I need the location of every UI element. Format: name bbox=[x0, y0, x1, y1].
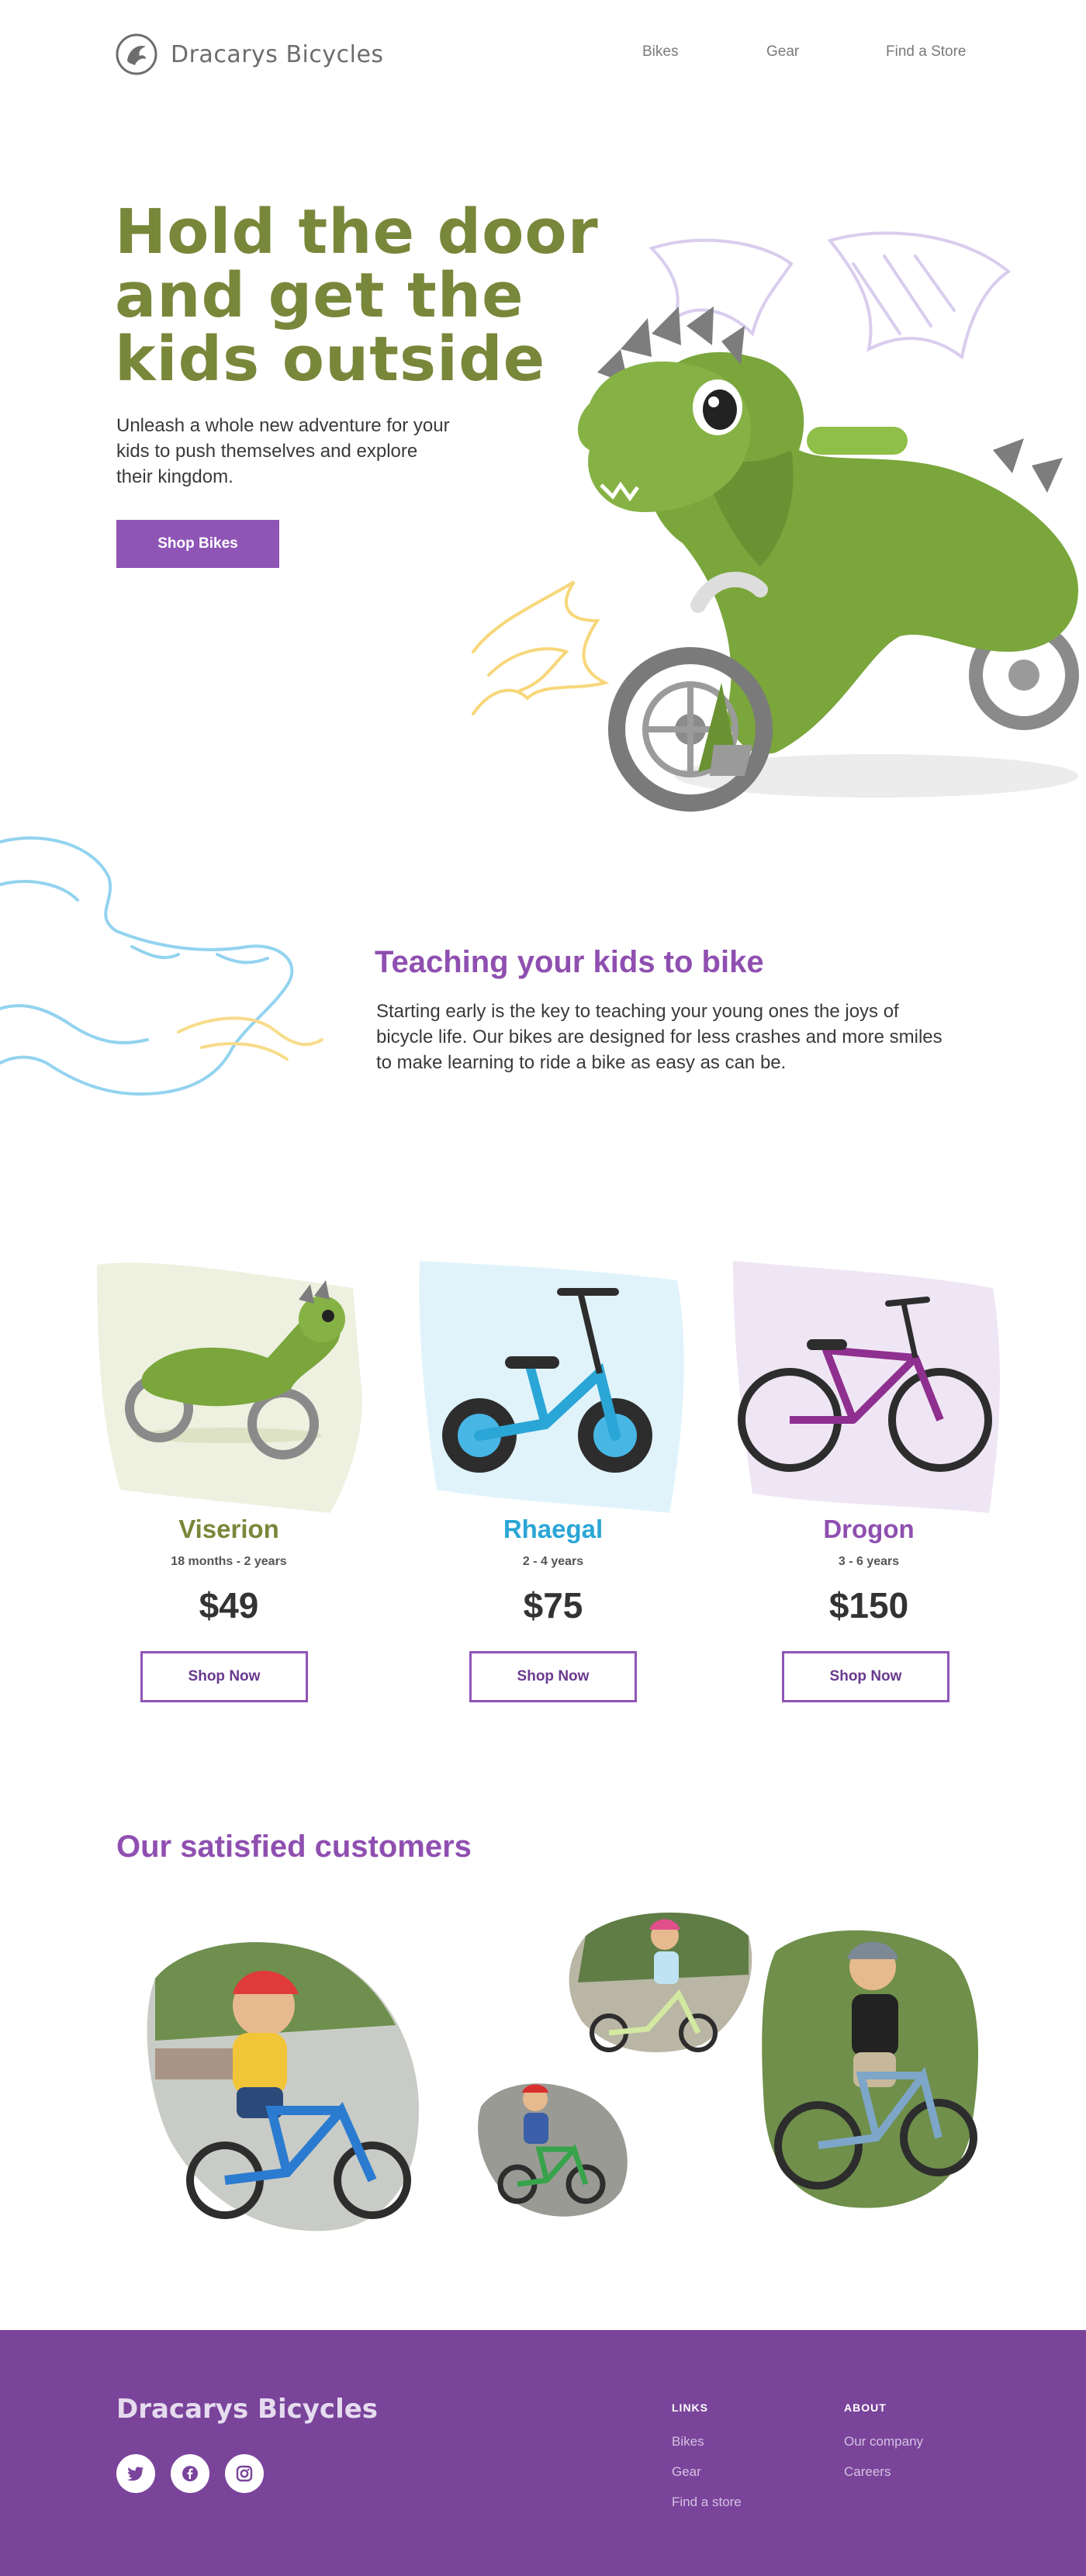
twitter-icon[interactable] bbox=[116, 2454, 155, 2493]
shop-now-button[interactable]: Shop Now bbox=[140, 1651, 308, 1702]
product-age-range: 18 months - 2 years bbox=[171, 1555, 287, 1568]
shop-now-button[interactable]: Shop Now bbox=[782, 1651, 949, 1702]
dragon-head-sketch-image bbox=[0, 836, 323, 1096]
product-price: $75 bbox=[523, 1585, 583, 1626]
product-card-viserion: Viserion 18 months - 2 years $49 Shop No… bbox=[89, 1257, 368, 1707]
footer-link-gear[interactable]: Gear bbox=[672, 2464, 701, 2480]
product-card-drogon: Drogon 3 - 6 years $150 Shop Now bbox=[729, 1257, 1008, 1707]
footer-links-heading: LINKS bbox=[672, 2401, 708, 2414]
customer-photo-girl-pink-helmet bbox=[569, 1913, 752, 2052]
site-footer: Dracarys Bicycles LINKS Bikes Gear Find … bbox=[0, 2330, 1086, 2576]
product-age-range: 3 - 6 years bbox=[838, 1555, 900, 1568]
shop-now-button[interactable]: Shop Now bbox=[469, 1651, 637, 1702]
facebook-icon[interactable] bbox=[171, 2454, 209, 2493]
product-card-rhaegal: Rhaegal 2 - 4 years $75 Shop Now bbox=[413, 1257, 693, 1707]
teaching-body: Starting early is the key to teaching yo… bbox=[376, 1001, 942, 1073]
dragon-bike-hero-image bbox=[472, 231, 1079, 812]
blue-balance-bike-image bbox=[419, 1261, 684, 1513]
teaching-title: Teaching your kids to bike bbox=[375, 945, 764, 979]
product-name: Viserion bbox=[178, 1515, 279, 1543]
footer-brand: Dracarys Bicycles bbox=[116, 2394, 379, 2425]
footer-about-heading: ABOUT bbox=[844, 2401, 887, 2414]
product-age-range: 2 - 4 years bbox=[522, 1555, 584, 1568]
instagram-icon[interactable] bbox=[225, 2454, 264, 2493]
product-price: $49 bbox=[199, 1585, 259, 1626]
product-name: Drogon bbox=[823, 1515, 915, 1543]
main-nav: Bikes Gear Find a Store bbox=[0, 43, 1086, 67]
purple-bicycle-image bbox=[733, 1261, 1001, 1513]
hero-subtitle: Unleash a whole new adventure for your k… bbox=[116, 415, 450, 487]
customers-title: Our satisfied customers bbox=[116, 1830, 472, 1864]
footer-link-find-a-store[interactable]: Find a store bbox=[672, 2495, 742, 2510]
product-name: Rhaegal bbox=[503, 1515, 604, 1543]
footer-link-our-company[interactable]: Our company bbox=[844, 2434, 923, 2450]
customer-photo-girl-blue-bike bbox=[147, 1942, 419, 2231]
footer-link-careers[interactable]: Careers bbox=[844, 2464, 891, 2480]
nav-item-bikes[interactable]: Bikes bbox=[642, 43, 678, 61]
dragon-balance-bike-image bbox=[97, 1262, 362, 1513]
product-price: $150 bbox=[828, 1585, 909, 1626]
customer-photo-boy-gray-helmet bbox=[762, 1930, 979, 2208]
shop-bikes-button[interactable]: Shop Bikes bbox=[116, 520, 279, 568]
customer-photo-boy-green-bike bbox=[478, 2083, 628, 2217]
footer-link-bikes[interactable]: Bikes bbox=[672, 2434, 704, 2450]
nav-item-gear[interactable]: Gear bbox=[766, 43, 799, 61]
site-header: Dracarys Bicycles Bikes Gear Find a Stor… bbox=[0, 0, 1086, 109]
nav-item-find-a-store[interactable]: Find a Store bbox=[886, 43, 967, 61]
